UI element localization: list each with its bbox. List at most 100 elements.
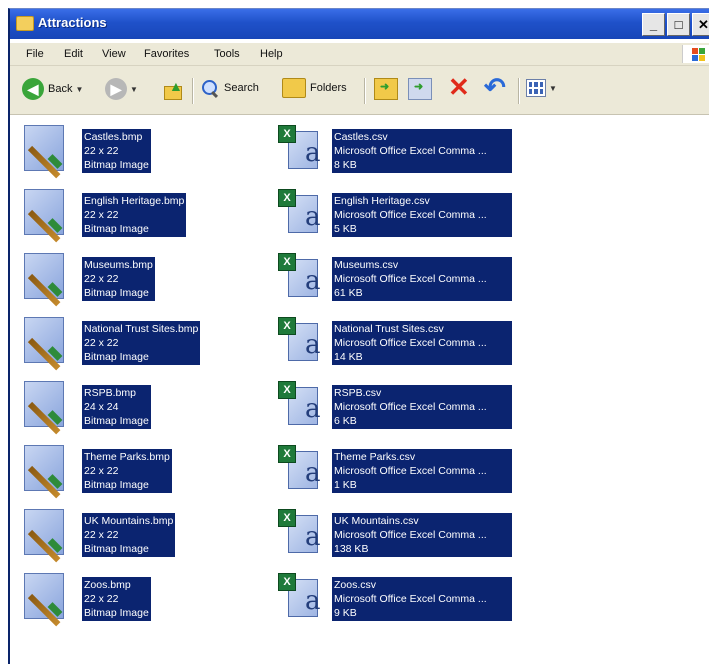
file-type: Bitmap Image — [84, 287, 149, 299]
minimize-button[interactable]: _ — [642, 13, 665, 36]
search-button[interactable]: Search — [200, 78, 259, 99]
window-title: Attractions — [38, 15, 107, 30]
file-size: 5 KB — [334, 223, 357, 235]
file-size: 1 KB — [334, 479, 357, 491]
list-item[interactable]: a X Castles.csv Microsoft Office Excel C… — [268, 123, 528, 173]
file-name: Theme Parks.bmp — [84, 451, 170, 463]
excel-csv-file-icon: a X — [278, 573, 321, 617]
folders-icon — [282, 78, 306, 98]
undo-button[interactable]: ↶ — [484, 74, 506, 100]
file-type: Bitmap Image — [84, 479, 149, 491]
copy-to-folder-icon: ➜ — [408, 78, 432, 100]
file-dimensions: 22 x 22 — [84, 273, 119, 285]
back-button[interactable]: ◀ Back ▼ — [22, 78, 83, 100]
list-item[interactable]: a X RSPB.csv Microsoft Office Excel Comm… — [268, 379, 528, 429]
menu-edit[interactable]: Edit — [64, 48, 83, 60]
move-to-folder-icon: ➜ — [374, 78, 398, 100]
menu-tools[interactable]: Tools — [214, 48, 240, 60]
file-type: Microsoft Office Excel Comma ... — [334, 593, 487, 605]
bitmap-file-icon — [24, 189, 64, 235]
forward-arrow-icon: ▶ — [105, 78, 127, 100]
file-type: Bitmap Image — [84, 607, 149, 619]
menu-favorites[interactable]: Favorites — [144, 48, 189, 60]
menu-file[interactable]: File — [26, 48, 44, 60]
back-arrow-icon: ◀ — [22, 78, 44, 100]
file-name: RSPB.bmp — [84, 387, 136, 399]
file-size: 9 KB — [334, 607, 357, 619]
bitmap-file-icon — [24, 445, 64, 491]
forward-button[interactable]: ▶ ▼ — [105, 78, 138, 100]
list-item[interactable]: Zoos.bmp 22 x 22 Bitmap Image — [18, 571, 218, 621]
title-bar[interactable]: Attractions _ □ ✕ — [10, 9, 709, 39]
list-item[interactable]: Museums.bmp 22 x 22 Bitmap Image — [18, 251, 218, 301]
file-dimensions: 22 x 22 — [84, 209, 119, 221]
file-type: Microsoft Office Excel Comma ... — [334, 401, 487, 413]
copy-to-button[interactable]: ➜ — [408, 78, 432, 100]
list-item[interactable]: a X UK Mountains.csv Microsoft Office Ex… — [268, 507, 528, 557]
file-size: 8 KB — [334, 159, 357, 171]
file-view: Castles.bmp 22 x 22 Bitmap Image English… — [10, 115, 709, 664]
file-dimensions: 22 x 22 — [84, 145, 119, 157]
dropdown-arrow-icon: ▼ — [549, 83, 557, 93]
menu-help[interactable]: Help — [260, 48, 283, 60]
delete-x-icon: ✕ — [448, 72, 470, 102]
file-name: English Heritage.bmp — [84, 195, 185, 207]
file-name: Zoos.csv — [334, 579, 377, 591]
bitmap-file-icon — [24, 125, 64, 171]
file-type: Microsoft Office Excel Comma ... — [334, 209, 487, 221]
list-item[interactable]: English Heritage.bmp 22 x 22 Bitmap Imag… — [18, 187, 218, 237]
list-item[interactable]: RSPB.bmp 24 x 24 Bitmap Image — [18, 379, 218, 429]
file-type: Bitmap Image — [84, 159, 149, 171]
menu-view[interactable]: View — [102, 48, 126, 60]
file-dimensions: 22 x 22 — [84, 529, 119, 541]
folder-icon — [16, 16, 34, 31]
excel-csv-file-icon: a X — [278, 253, 321, 297]
file-type: Bitmap Image — [84, 543, 149, 555]
up-folder-button[interactable]: ▲ — [162, 78, 183, 100]
undo-icon: ↶ — [484, 72, 506, 102]
file-size: 138 KB — [334, 543, 369, 555]
excel-csv-file-icon: a X — [278, 509, 321, 553]
file-name: UK Mountains.bmp — [84, 515, 174, 527]
move-to-button[interactable]: ➜ — [374, 78, 398, 100]
file-type: Microsoft Office Excel Comma ... — [334, 465, 487, 477]
list-item[interactable]: UK Mountains.bmp 22 x 22 Bitmap Image — [18, 507, 218, 557]
file-name: Castles.bmp — [84, 131, 143, 143]
search-icon — [200, 78, 220, 99]
explorer-window: Attractions _ □ ✕ File Edit View Favorit… — [8, 8, 709, 664]
list-item[interactable]: a X National Trust Sites.csv Microsoft O… — [268, 315, 528, 365]
file-type: Microsoft Office Excel Comma ... — [334, 337, 487, 349]
list-item[interactable]: National Trust Sites.bmp 22 x 22 Bitmap … — [18, 315, 238, 365]
file-dimensions: 24 x 24 — [84, 401, 119, 413]
file-type: Bitmap Image — [84, 415, 149, 427]
list-item[interactable]: a X Museums.csv Microsoft Office Excel C… — [268, 251, 528, 301]
excel-csv-file-icon: a X — [278, 317, 321, 361]
excel-csv-file-icon: a X — [278, 381, 321, 425]
list-item[interactable]: Castles.bmp 22 x 22 Bitmap Image — [18, 123, 218, 173]
folders-button[interactable]: Folders — [282, 78, 347, 98]
file-name: Museums.bmp — [84, 259, 153, 271]
dropdown-arrow-icon: ▼ — [75, 84, 84, 94]
file-type: Microsoft Office Excel Comma ... — [334, 273, 487, 285]
list-item[interactable]: a X Theme Parks.csv Microsoft Office Exc… — [268, 443, 528, 493]
file-type: Bitmap Image — [84, 223, 149, 235]
file-name: Theme Parks.csv — [334, 451, 416, 463]
dropdown-arrow-icon: ▼ — [130, 84, 138, 94]
delete-button[interactable]: ✕ — [448, 74, 470, 100]
views-button[interactable]: ▼ — [526, 79, 557, 97]
list-item[interactable]: a X Zoos.csv Microsoft Office Excel Comm… — [268, 571, 528, 621]
file-type: Microsoft Office Excel Comma ... — [334, 529, 487, 541]
menu-bar: File Edit View Favorites Tools Help — [10, 43, 709, 66]
window-controls: _ □ ✕ — [642, 13, 709, 36]
file-type: Bitmap Image — [84, 351, 149, 363]
list-item[interactable]: a X English Heritage.csv Microsoft Offic… — [268, 187, 528, 237]
file-dimensions: 22 x 22 — [84, 465, 119, 477]
maximize-button[interactable]: □ — [667, 13, 690, 36]
file-name: Castles.csv — [334, 131, 388, 143]
bitmap-file-icon — [24, 509, 64, 555]
file-name: National Trust Sites.csv — [334, 323, 444, 335]
list-item[interactable]: Theme Parks.bmp 22 x 22 Bitmap Image — [18, 443, 218, 493]
bitmap-file-icon — [24, 253, 64, 299]
file-name: Zoos.bmp — [84, 579, 131, 591]
close-button[interactable]: ✕ — [692, 13, 709, 36]
